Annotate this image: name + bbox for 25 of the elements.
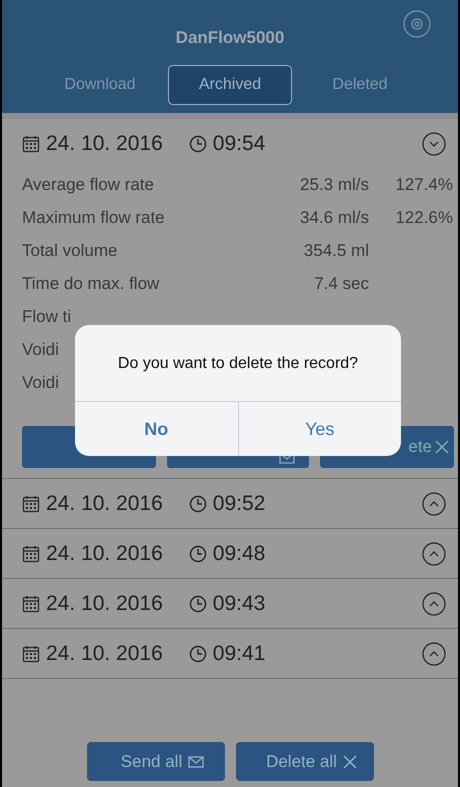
measure-value: 34.6 ml/s [300,208,369,226]
measure-value: 354.5 ml [304,240,369,260]
measure-label: Voidi [22,340,60,360]
record-time: 09:41 [212,642,266,666]
app-title: DanFlow5000 [176,28,284,48]
dialog-message: Do you want to delete the record? [116,354,360,374]
measure-label: Total volume [22,240,118,260]
record-time: 09:52 [212,492,266,516]
measure-label: Voidi [22,372,60,392]
record-date: 24. 10. 2016 [46,542,163,566]
record-time: 09:43 [212,592,266,616]
record-date: 24. 10. 2016 [46,642,163,666]
measure-percent: 122.6% [395,208,453,226]
record-time: 09:54 [212,132,266,156]
measure-label: Flow ti [22,306,72,326]
record-date: 24. 10. 2016 [46,132,163,156]
measure-label: Maximum flow rate [22,208,166,228]
record-date: 24. 10. 2016 [46,492,163,516]
record-time: 09:48 [212,542,266,566]
measure-value: 25.3 ml/s [300,174,369,194]
measure-percent: 127.4% [395,174,453,194]
measure-label: Time do max. flow [22,274,160,294]
measure-value: 7.4 sec [314,274,369,292]
record-date: 24. 10. 2016 [46,592,163,616]
measure-label: Average flow rate [22,174,155,194]
